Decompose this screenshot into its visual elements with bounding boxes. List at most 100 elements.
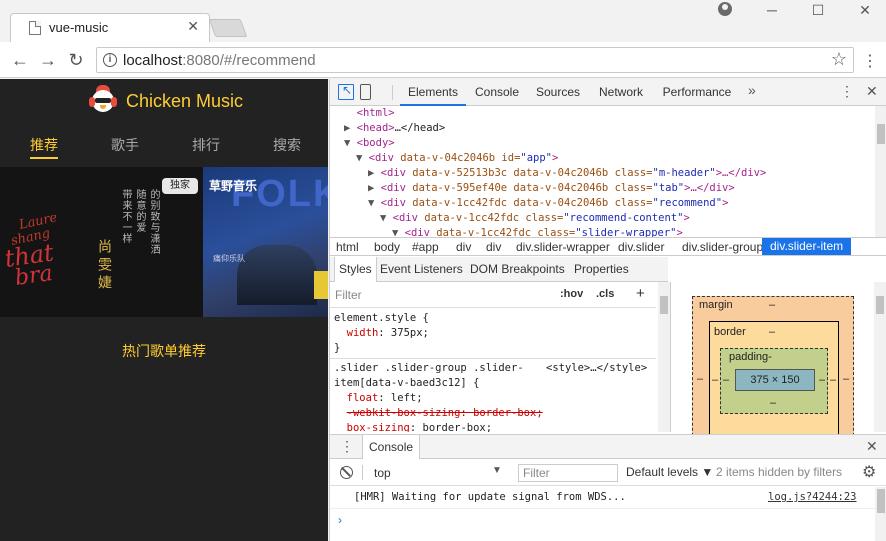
dom-scrollbar[interactable] [875,106,886,237]
expand-arrow-icon: ▶ [368,167,381,179]
dom-node-line[interactable]: ▼ <div data-v-1cc42fdc data-v-04c2046b c… [368,197,728,209]
hov-toggle[interactable]: :hov [560,288,583,300]
breadcrumb-item[interactable]: div.slider [618,240,664,254]
context-select[interactable]: top ▼ [368,464,508,482]
breadcrumb-item[interactable]: div.slider-item [762,238,852,255]
tab-label: 推荐 [30,137,58,159]
box-model-pane: margin – – – border – – – padding- – – –… [670,282,886,451]
drawer-close-icon[interactable]: ✕ [866,438,878,455]
tab-dom-breakpoints[interactable]: DOM Breakpoints [470,257,565,282]
dom-node-line[interactable]: ▶ <div data-v-52513b3c data-v-04c2046b c… [368,167,766,179]
tab-properties[interactable]: Properties [574,257,629,282]
inspect-element-icon[interactable] [338,83,354,100]
info-icon[interactable]: i [103,53,117,67]
slide-item[interactable]: Laure shang that bra 带来不一样 随意的爱 的别致与潇洒 尚… [0,167,203,317]
border-label: border [714,326,746,338]
maximize-button[interactable]: ☐ [808,2,828,19]
breadcrumb-item[interactable]: #app [412,240,439,254]
log-source-link[interactable]: log.js?4244:23 [768,491,857,503]
console-settings-gear-icon[interactable]: ⚙ [862,462,876,482]
rule-source-link[interactable]: <style>…</style> [546,362,647,374]
script-lettering: Laure shang that bra [6,215,59,285]
forward-icon[interactable]: → [36,48,60,72]
collapse-arrow-icon [344,107,357,119]
browser-tab[interactable]: vue-music ✕ [10,13,210,42]
devtools-menu-icon[interactable]: ⋮ [840,83,854,100]
console-scrollbar[interactable] [875,487,886,541]
tab-title: vue-music [49,20,109,35]
device-toolbar-icon[interactable] [360,84,371,100]
console-filter-input[interactable]: Filter [518,464,618,482]
breadcrumb-item[interactable]: div.slider-group [682,240,763,254]
dom-node-line[interactable]: ▼ <div data-v-1cc42fdc class="recommend-… [380,212,690,224]
clear-console-icon[interactable] [340,466,353,479]
box-model-margin[interactable]: margin – – – border – – – padding- – – –… [692,296,854,451]
minimize-button[interactable]: ─ [762,2,782,18]
closing-brace: } [334,342,341,354]
banner-slider[interactable]: Laure shang that bra 带来不一样 随意的爱 的别致与潇洒 尚… [0,167,328,317]
tab-console[interactable]: Console [470,79,524,106]
devtools-close-icon[interactable]: ✕ [866,83,878,100]
console-message: [HMR] Waiting for update signal from WDS… [330,487,886,509]
dom-node-line[interactable]: ▶ <div data-v-595ef40e data-v-04c2046b c… [368,182,735,194]
tab-label: 歌手 [111,137,139,153]
drawer-menu-icon[interactable]: ⋮ [340,438,354,455]
browser-menu-icon[interactable]: ⋮ [862,51,878,71]
style-declaration-overridden[interactable]: -webkit-box-sizing: border-box; [334,407,543,419]
drawer-tab-console[interactable]: Console [362,435,421,459]
tab-elements[interactable]: Elements [400,79,466,106]
close-window-button[interactable]: ✕ [855,2,875,19]
styles-scrollbar[interactable] [658,282,670,432]
log-text: [HMR] Waiting for update signal from WDS… [354,491,626,503]
tab-label: 排行 [192,137,220,153]
breadcrumb-item[interactable]: div [456,240,471,254]
profile-icon[interactable] [718,2,732,16]
breadcrumb-item[interactable]: div.slider-wrapper [516,240,610,254]
back-icon[interactable]: ← [8,48,32,72]
tab-recommend[interactable]: 推荐 [3,135,85,159]
tab-network[interactable]: Network [592,79,650,106]
tab-singer[interactable]: 歌手 [84,135,166,155]
style-declaration[interactable]: float: left; [334,392,423,404]
tab-search[interactable]: 搜索 [246,135,328,155]
styles-filter-input[interactable]: Filter [335,288,362,302]
slide-caption: 的别致与潇洒 [148,189,159,255]
tab-event-listeners[interactable]: Event Listeners [380,257,463,282]
tab-close-icon[interactable]: ✕ [187,18,199,35]
address-bar[interactable]: i localhost:8080/#/recommend ☆ [96,47,854,73]
dom-node-line[interactable]: ▶ <head>…</head> [344,122,445,134]
breadcrumb-item[interactable]: div [486,240,501,254]
box-model-scrollbar[interactable] [874,282,886,432]
collapse-arrow-icon: ▼ [380,212,393,224]
slide-item[interactable]: FOLK 草野音乐 痛仰乐队 [203,167,328,317]
log-levels-dropdown[interactable]: Default levels ▼ [626,465,713,479]
styles-pane: element.style { width: 375px; } .slider … [330,309,656,432]
box-model-border[interactable]: border – – – padding- – – – 375 × 150 [709,321,839,451]
reload-icon[interactable]: ↻ [64,48,88,72]
dom-node-line[interactable]: ▼ <body> [344,137,395,149]
bookmark-star-icon[interactable]: ☆ [831,49,847,70]
dom-node-line[interactable]: <html> [344,107,395,119]
new-rule-button[interactable]: + [636,285,645,302]
style-declaration[interactable]: box-sizing: border-box; [334,422,492,432]
tab-rank[interactable]: 排行 [165,135,247,155]
tab-performance[interactable]: Performance [658,79,736,106]
breadcrumb-item[interactable]: html [336,240,359,254]
console-prompt[interactable]: › [338,513,342,527]
box-model-content[interactable]: 375 × 150 [735,369,815,391]
url-text[interactable]: localhost:8080/#/recommend [123,52,316,69]
breadcrumb-item[interactable]: body [374,240,400,254]
cls-toggle[interactable]: .cls [596,288,614,300]
margin-top-value: – [769,299,776,311]
collapse-arrow-icon: ▼ [368,197,381,209]
box-model-padding[interactable]: padding- – – – 375 × 150 [720,348,828,414]
new-tab-button[interactable] [208,19,248,37]
dom-node-line[interactable]: ▼ <div data-v-04c2046b id="app"> [356,152,558,164]
more-tabs-icon[interactable]: » [748,82,756,98]
chicken-logo-icon [88,85,118,115]
tab-styles[interactable]: Styles [334,257,377,282]
style-declaration[interactable]: width: 375px; [334,327,429,339]
padding-label: padding- [729,351,772,363]
tab-sources[interactable]: Sources [530,79,586,106]
page-icon [29,21,41,35]
